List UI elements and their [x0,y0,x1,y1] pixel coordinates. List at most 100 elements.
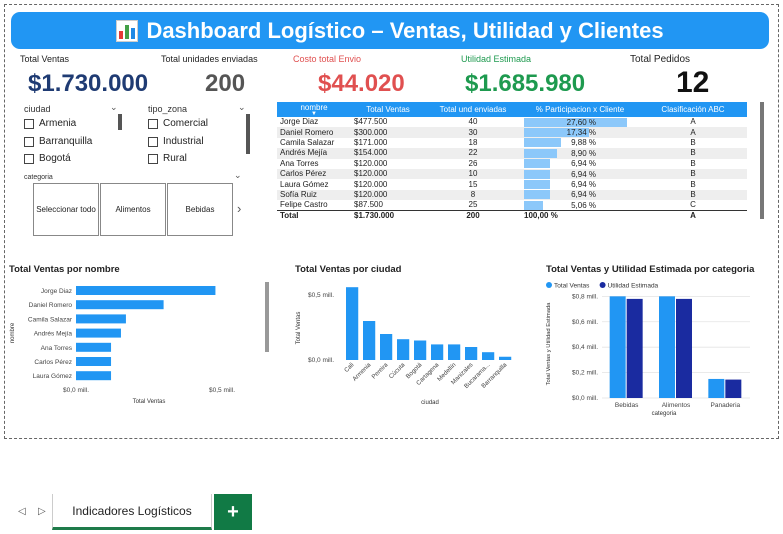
x-tick-label: Armenia [351,361,373,383]
y-tick-label: $0,6 mill. [572,319,598,326]
tile-seleccionar-todo[interactable]: Seleccionar todo [33,183,99,236]
sort-desc-icon[interactable]: ▼ [280,111,348,117]
slicer-option-armenia[interactable]: Armenia [24,118,76,129]
checkbox-icon[interactable] [24,118,34,129]
cell-abc: B [690,137,696,147]
report-canvas: Dashboard Logístico – Ventas, Utilidad y… [0,0,783,534]
col-header-nombre[interactable]: nombre ▼ [277,102,351,117]
cell-nombre: Laura Gómez [280,179,329,189]
bar [482,352,495,360]
cell-ventas: $120.000 [354,158,388,168]
x-tick-label: Alimentos [662,402,691,409]
checkbox-icon[interactable] [24,136,34,147]
table-row[interactable]: Daniel Romero $300.000 30 17,34 % A [277,127,747,138]
chart2-title: Total Ventas por ciudad [295,264,402,275]
bar [76,357,112,366]
cell-ventas: $120.000 [351,189,425,201]
checkbox-icon[interactable] [148,136,158,147]
tile-alimentos[interactable]: Alimentos [100,183,166,236]
y-tick-label: $0,8 mill. [572,293,598,300]
checkbox-icon[interactable] [24,153,34,164]
triangle-right-icon[interactable]: ▷ [38,506,46,517]
table-row[interactable]: Andrés Mejía $154.000 22 8,90 % B [277,148,747,159]
cell-nombre: Daniel Romero [277,127,351,138]
pct-value: 9,88 % [571,138,596,148]
bar-category-label: Ana Torres [41,345,73,352]
table-row[interactable]: Ana Torres $120.000 26 6,94 % B [277,159,747,169]
col-header-pct[interactable]: % Participacion x Cliente [521,102,639,117]
table-scrollbar[interactable] [760,102,764,219]
slicer-option-bogota[interactable]: Bogotá [24,153,71,164]
y-tick-label: $0,0 mill. [308,357,334,364]
x-axis-label: ciudad [421,400,439,406]
col-header-ventas[interactable]: Total Ventas [351,102,425,117]
bar [76,314,126,324]
total-pct: 100,00 % [521,210,639,222]
pct-value: 17,34 % [566,128,596,138]
table-row[interactable]: Felipe Castro $87.500 25 5,06 % C [277,200,747,211]
checkbox-icon[interactable] [148,153,158,164]
table-row[interactable]: Camila Salazar $171.000 18 9,88 % B [277,138,747,148]
title-banner: Dashboard Logístico – Ventas, Utilidad y… [11,12,769,49]
slicer-option-comercial[interactable]: Comercial [148,118,208,129]
kpi-total-ventas-label: Total Ventas [20,54,70,64]
cell-und: 22 [425,148,521,159]
chart1-scrollbar[interactable] [265,282,269,352]
chevron-down-icon[interactable]: ⌄ [234,170,242,181]
col-header-abc[interactable]: Clasificación ABC [639,102,747,117]
pct-cell: 27,60 % [521,117,639,127]
bar-category-label: Jorge Diaz [41,288,72,295]
slicer-option-industrial[interactable]: Industrial [148,136,204,147]
pct-value: 27,60 % [566,117,596,127]
total-abc: A [639,210,747,222]
bar [76,342,112,352]
tile-bebidas[interactable]: Bebidas [167,183,233,236]
bar [609,296,626,398]
col-header-und[interactable]: Total und enviadas [425,102,521,117]
cell-und: 18 [468,137,478,147]
table-row[interactable]: Laura Gómez $120.000 15 6,94 % B [277,179,747,190]
table-total-row: Total $1.730.000 200 100,00 % A [277,210,747,222]
cell-und: 10 [425,168,521,180]
cell-und: 40 [468,117,478,127]
pct-cell: 8,90 % [521,148,639,159]
triangle-left-icon[interactable]: ◁ [18,506,26,517]
cell-und: 30 [425,127,521,138]
tab-indicadores-logisticos[interactable]: Indicadores Logísticos [52,494,212,530]
checkbox-icon[interactable] [148,118,158,129]
cell-ventas: $120.000 [354,179,388,189]
total-und: 200 [425,210,521,222]
x-axis-label: categoria [652,411,677,417]
legend-label: Total Ventas [554,283,590,290]
slicer-zona-scrollbar[interactable] [246,114,250,154]
x-axis-label: Total Ventas [133,399,166,405]
chevron-down-icon[interactable]: ⌄ [238,102,246,113]
bar [465,347,478,360]
cell-abc: B [690,158,696,168]
total-ventas: $1.730.000 [351,210,425,222]
chevron-down-icon[interactable]: ⌄ [110,102,118,113]
cell-ventas: $120.000 [351,168,425,180]
cell-und: 15 [468,179,478,189]
cell-und: 8 [425,189,521,201]
cell-ventas: $171.000 [354,137,388,147]
x-tick-label: $0,5 mill. [209,387,235,394]
table-row[interactable]: Sofía Ruiz $120.000 8 6,94 % B [277,189,747,201]
pct-value: 6,94 % [571,159,596,169]
slicer-ciudad-scrollbar[interactable] [118,114,122,130]
table-row[interactable]: Carlos Pérez $120.000 10 6,94 % B [277,168,747,180]
table-row[interactable]: Jorge Diaz $477.500 40 27,60 % A [277,117,747,127]
kpi-pedidos-label: Total Pedidos [630,54,691,65]
total-nombre: Total [277,210,351,222]
pct-cell: 17,34 % [521,127,639,138]
kpi-utilidad-value: $1.685.980 [465,70,586,97]
cell-nombre: Andrés Mejía [277,148,351,159]
add-page-button[interactable]: + [214,494,252,530]
kpi-costo-envio-label: Costo total Envio [293,54,362,64]
slicer-option-barranquilla[interactable]: Barranquilla [24,136,92,147]
cell-nombre: Jorge Diaz [280,117,319,127]
x-tick-label: Cúcuta [388,361,407,380]
bar-category-label: Carlos Pérez [34,359,72,366]
slicer-option-rural[interactable]: Rural [148,153,187,164]
chevron-right-icon[interactable]: › [237,201,241,216]
